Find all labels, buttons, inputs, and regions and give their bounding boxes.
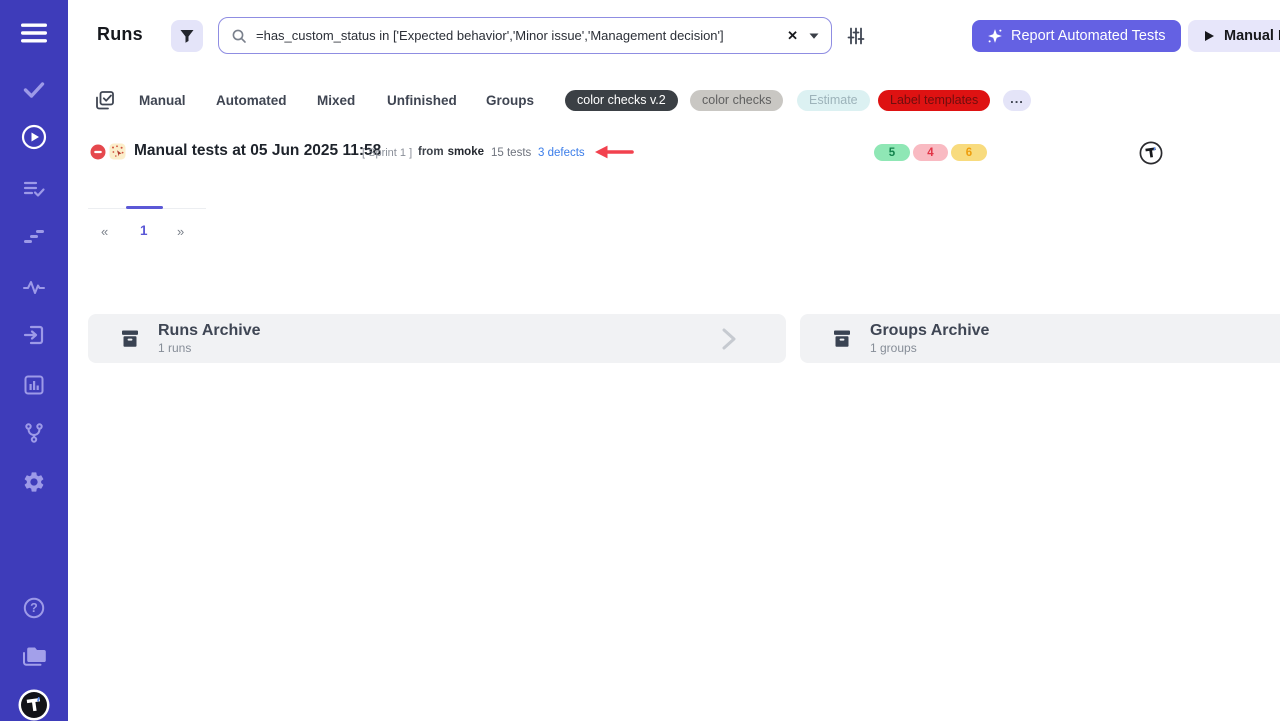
app-logo[interactable] — [0, 689, 68, 721]
run-tests-count: 15 tests — [491, 147, 531, 159]
tag-label-templates[interactable]: Label templates — [878, 90, 990, 111]
search-query-pre: =has_custom_status in ['Expected — [256, 28, 457, 43]
pagination-last-button[interactable]: » — [177, 224, 184, 239]
clear-search-button[interactable]: ✕ — [785, 28, 800, 44]
tab-mixed[interactable]: Mixed — [317, 93, 355, 108]
report-button-label: Report Automated Tests — [1011, 28, 1166, 44]
search-icon — [231, 28, 247, 44]
tab-groups[interactable]: Groups — [486, 93, 534, 108]
select-all-icon[interactable] — [93, 89, 116, 112]
more-tags-button[interactable]: ... — [1003, 90, 1031, 111]
manual-run-button[interactable]: Manual R — [1188, 20, 1280, 52]
pagination-page-1[interactable]: 1 — [140, 223, 148, 238]
groups-archive-count: 1 groups — [870, 341, 989, 355]
tag-color-checks[interactable]: color checks — [690, 90, 783, 111]
check-icon[interactable] — [0, 77, 68, 101]
run-sprint-tag: [ Sprint 1 ] — [362, 147, 412, 159]
chevron-right-icon[interactable] — [722, 328, 736, 355]
groups-archive-title: Groups Archive — [870, 322, 989, 340]
sparkle-icon — [987, 28, 1003, 44]
bar-chart-icon[interactable] — [0, 373, 68, 397]
search-query-post: ','Minor issue','Management decision'] — [507, 28, 724, 43]
groups-archive-card[interactable]: Groups Archive 1 groups — [800, 314, 1280, 363]
hamburger-menu-icon[interactable] — [0, 23, 68, 43]
annotation-arrow-icon — [593, 143, 635, 166]
pager-active-indicator — [126, 206, 163, 209]
list-check-icon[interactable] — [0, 177, 68, 201]
play-circle-icon[interactable] — [0, 124, 68, 150]
search-dropdown-caret-icon[interactable] — [809, 33, 819, 39]
search-query-misspelled: behavior — [457, 28, 507, 43]
tag-estimate[interactable]: Estimate — [797, 90, 870, 111]
page-title: Runs — [97, 24, 143, 45]
tab-unfinished[interactable]: Unfinished — [387, 93, 457, 108]
filter-funnel-icon — [179, 28, 195, 44]
search-settings-icon[interactable] — [843, 25, 869, 47]
gear-icon[interactable] — [0, 470, 68, 494]
folders-icon[interactable] — [0, 645, 68, 668]
runs-archive-title: Runs Archive — [158, 322, 261, 340]
run-emoji-icon — [109, 143, 126, 165]
run-avatar[interactable] — [1139, 141, 1163, 170]
filter-button[interactable] — [171, 20, 203, 52]
activity-pulse-icon[interactable] — [0, 276, 68, 300]
stairs-icon[interactable] — [0, 223, 68, 247]
run-from-plan: smoke — [448, 146, 484, 158]
sign-in-icon[interactable] — [0, 323, 68, 347]
manual-button-label: Manual R — [1224, 28, 1280, 44]
app-window: ? Runs =has_custom_status in ['Expected … — [0, 0, 1280, 721]
archive-box-icon — [830, 327, 854, 351]
failed-count-badge: 4 — [913, 144, 948, 161]
passed-count-badge: 5 — [874, 144, 910, 161]
blocked-status-icon — [90, 144, 106, 165]
tag-color-checks-v2[interactable]: color checks v.2 — [565, 90, 678, 111]
archive-box-icon — [118, 327, 142, 351]
tab-manual[interactable]: Manual — [139, 93, 186, 108]
run-defects-link[interactable]: 3 defects — [538, 147, 585, 159]
report-automated-tests-button[interactable]: Report Automated Tests — [972, 20, 1181, 52]
runs-archive-card[interactable]: Runs Archive 1 runs — [88, 314, 786, 363]
search-query-text: =has_custom_status in ['Expected behavio… — [256, 28, 776, 43]
run-from-label: from — [418, 146, 444, 158]
branch-icon[interactable] — [0, 421, 68, 445]
skipped-count-badge: 6 — [951, 144, 987, 161]
pagination-first-button[interactable]: « — [101, 224, 108, 239]
svg-text:?: ? — [30, 601, 38, 615]
search-input[interactable]: =has_custom_status in ['Expected behavio… — [218, 17, 832, 54]
run-title-link[interactable]: Manual tests at 05 Jun 2025 11:58 — [134, 142, 381, 160]
play-icon — [1204, 30, 1215, 42]
runs-archive-count: 1 runs — [158, 341, 261, 355]
tab-automated[interactable]: Automated — [216, 93, 287, 108]
help-icon[interactable]: ? — [0, 596, 68, 620]
sidebar: ? — [0, 0, 68, 721]
run-source: from smoke — [418, 146, 484, 158]
